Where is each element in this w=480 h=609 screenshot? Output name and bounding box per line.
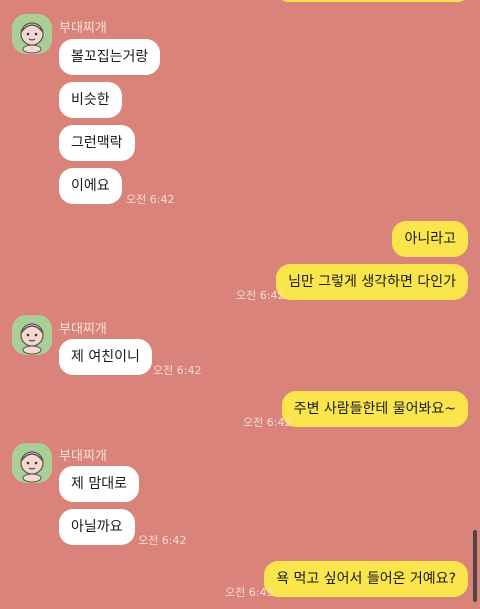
sender-avatar[interactable]	[12, 14, 52, 54]
sender-avatar[interactable]	[12, 315, 52, 355]
sender-avatar[interactable]	[12, 443, 52, 483]
sender-name: 부대찌개	[59, 322, 107, 337]
message-timestamp: 오전 6:43	[225, 586, 274, 599]
message-bubble[interactable]: 볼꼬집는거랑	[59, 39, 161, 75]
character-avatar-icon	[20, 323, 44, 355]
message-timestamp: 오전 6:42	[126, 193, 175, 206]
scrollbar[interactable]	[473, 530, 477, 602]
message-bubble[interactable]: 욕 먹고 싶어서 들어온 거예요?	[264, 561, 468, 597]
message-bubble[interactable]: 님만 그렇게 생각하면 다인가	[276, 264, 468, 300]
message-bubble[interactable]: 제 맘대로	[59, 466, 139, 502]
sender-name: 부대찌개	[59, 449, 107, 464]
message-timestamp: 오전 6:42	[236, 289, 285, 302]
message-timestamp: 오전 6:42	[243, 416, 292, 429]
sender-name: 부대찌개	[59, 21, 107, 36]
character-avatar-icon	[20, 22, 44, 54]
character-avatar-icon	[20, 451, 44, 483]
message-bubble[interactable]: 이에요	[59, 168, 122, 204]
message-timestamp: 오전 6:42	[153, 364, 202, 377]
message-bubble[interactable]: 아닐까요	[59, 509, 135, 545]
message-bubble[interactable]: 비슷한	[59, 82, 122, 118]
message-bubble[interactable]: 제 여친이니	[59, 339, 152, 375]
previous-message-bubble-edge	[278, 0, 468, 2]
message-bubble[interactable]: 주변 사람들한테 물어봐요~	[281, 391, 468, 427]
message-timestamp: 오전 6:42	[138, 534, 187, 547]
message-bubble[interactable]: 아니라고	[392, 221, 468, 257]
message-bubble[interactable]: 그런맥락	[59, 125, 135, 161]
